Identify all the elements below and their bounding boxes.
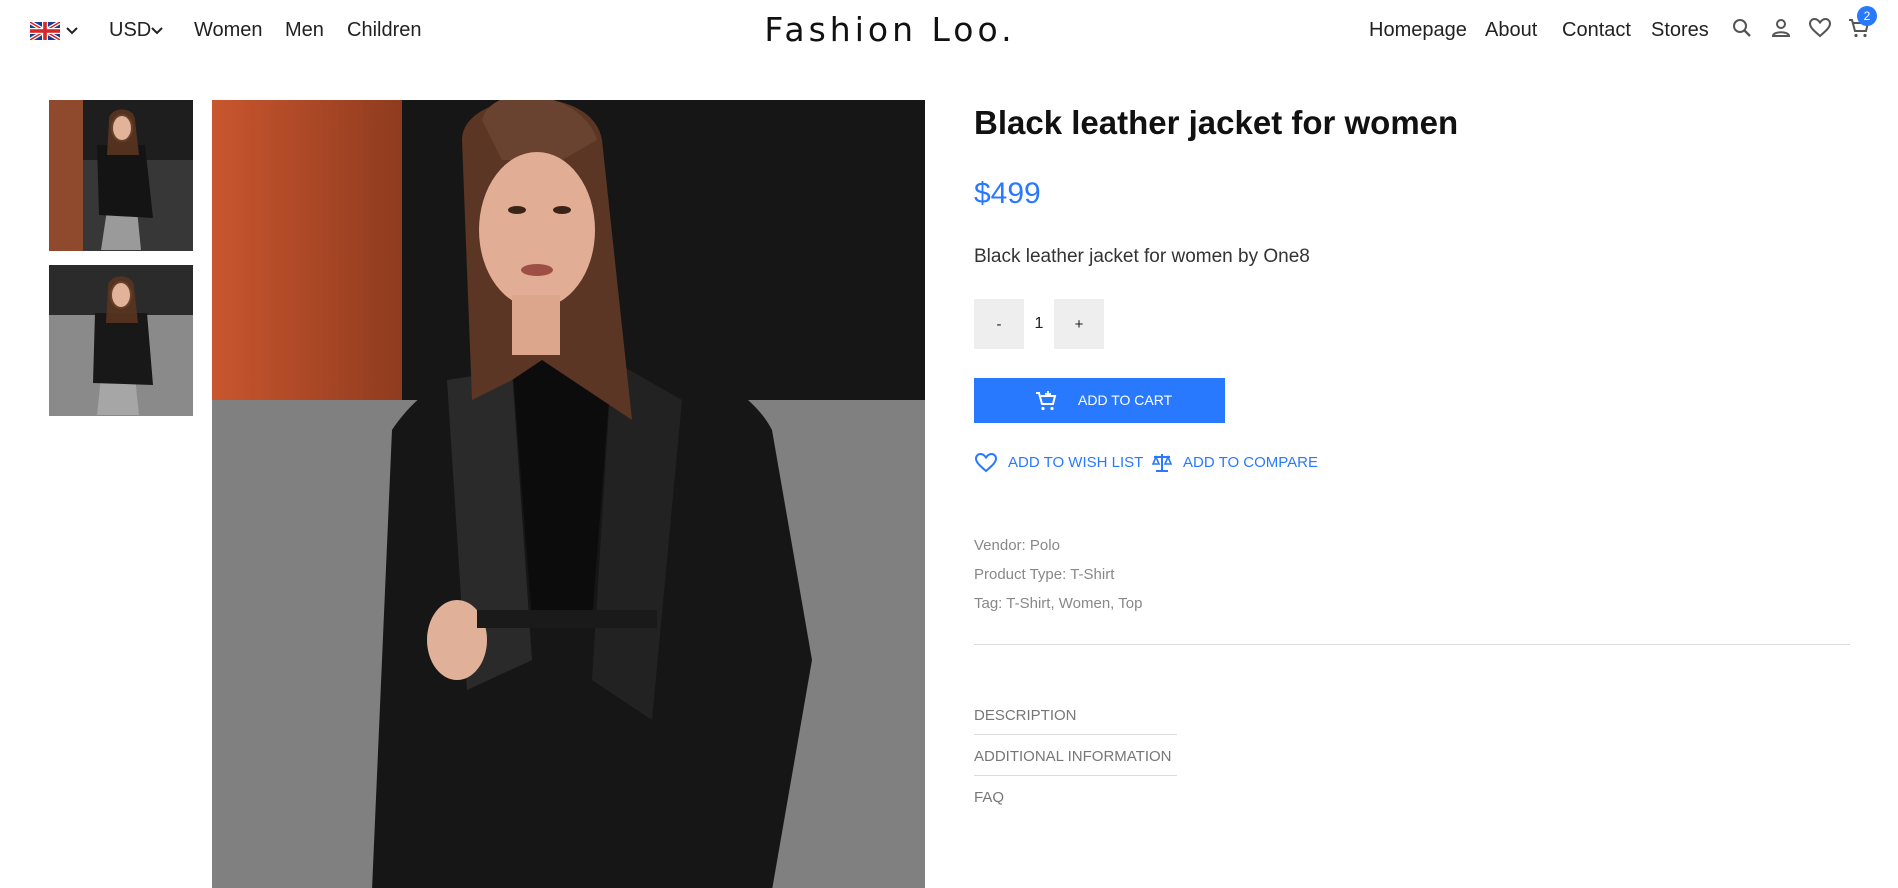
add-to-cart-button[interactable]: ADD TO CART: [974, 378, 1225, 423]
nav-women[interactable]: Women: [194, 19, 263, 42]
quantity-increase-button[interactable]: +: [1054, 299, 1104, 349]
product-main-image[interactable]: [212, 100, 925, 888]
tags-row: Tag: T-Shirt, Women, Top: [974, 595, 1142, 612]
cart-count-badge: 2: [1857, 6, 1877, 26]
product-price: $499: [974, 177, 1041, 210]
product-type-row: Product Type: T-Shirt: [974, 566, 1114, 583]
product-thumbnail-2[interactable]: [49, 265, 193, 416]
tab-description[interactable]: DESCRIPTION: [974, 707, 1177, 735]
vendor-row: Vendor: Polo: [974, 537, 1060, 554]
nav-homepage[interactable]: Homepage: [1369, 19, 1467, 42]
product-type-value[interactable]: T-Shirt: [1070, 566, 1114, 583]
site-header: USD Women Men Children Fashion Loo. Home…: [0, 0, 1898, 62]
nav-stores[interactable]: Stores: [1651, 19, 1709, 42]
add-to-cart-label: ADD TO CART: [1078, 392, 1173, 408]
add-to-wishlist-link[interactable]: ADD TO WISH LIST: [1008, 454, 1143, 471]
currency-selector[interactable]: USD: [109, 19, 151, 42]
search-icon[interactable]: [1730, 16, 1754, 40]
user-icon[interactable]: [1769, 16, 1793, 40]
nav-men[interactable]: Men: [285, 19, 324, 42]
chevron-down-icon[interactable]: [150, 24, 164, 38]
compare-scale-icon[interactable]: [1150, 451, 1174, 475]
quantity-input[interactable]: [1024, 299, 1054, 349]
tab-faq[interactable]: FAQ: [974, 789, 1177, 816]
nav-about[interactable]: About: [1485, 19, 1537, 42]
site-logo[interactable]: Fashion Loo.: [760, 10, 1020, 49]
chevron-down-icon[interactable]: [65, 24, 79, 38]
tags-value[interactable]: T-Shirt, Women, Top: [1006, 595, 1142, 612]
product-type-label: Product Type:: [974, 566, 1067, 583]
quantity-decrease-button[interactable]: -: [974, 299, 1024, 349]
uk-flag-icon[interactable]: [30, 22, 60, 40]
add-to-compare-link[interactable]: ADD TO COMPARE: [1183, 454, 1318, 471]
heart-icon[interactable]: [1808, 16, 1832, 40]
tab-additional-information[interactable]: ADDITIONAL INFORMATION: [974, 748, 1177, 776]
section-divider: [974, 644, 1850, 645]
product-short-description: Black leather jacket for women by One8: [974, 246, 1310, 267]
cart-plus-icon: [1036, 391, 1057, 411]
nav-contact[interactable]: Contact: [1562, 19, 1631, 42]
product-title: Black leather jacket for women: [974, 104, 1459, 141]
vendor-value[interactable]: Polo: [1030, 537, 1060, 554]
vendor-label: Vendor:: [974, 537, 1026, 554]
product-thumbnail-1[interactable]: [49, 100, 193, 251]
nav-children[interactable]: Children: [347, 19, 421, 42]
heart-icon[interactable]: [974, 451, 998, 475]
tags-label: Tag:: [974, 595, 1003, 612]
